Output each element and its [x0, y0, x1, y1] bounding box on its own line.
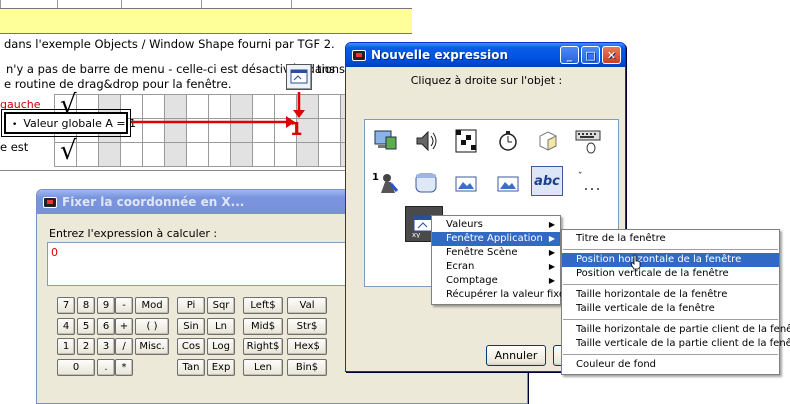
player-icon[interactable]: 1: [371, 168, 401, 198]
key-multiply[interactable]: *: [115, 359, 133, 376]
key-exp[interactable]: Exp: [207, 359, 235, 376]
key-val[interactable]: Val: [287, 297, 327, 314]
submenu-item-label: Position horizontale de la fenêtre: [576, 254, 742, 265]
picture-icon-1[interactable]: [451, 168, 481, 198]
key-len[interactable]: Len: [243, 359, 283, 376]
app-icon: [352, 49, 366, 61]
key-9[interactable]: 9: [97, 297, 115, 314]
text-abc-icon[interactable]: abc: [531, 166, 563, 196]
close-button[interactable]: ✕: [602, 46, 621, 64]
key-divide[interactable]: /: [115, 338, 133, 355]
submenu-arrow-icon: ▶: [548, 276, 555, 285]
key-dot[interactable]: .: [97, 359, 115, 376]
svg-text:ˇ: ˇ: [578, 171, 583, 182]
key-mod[interactable]: Mod: [135, 297, 169, 314]
key-ln[interactable]: Ln: [207, 318, 235, 335]
key-sqr[interactable]: Sqr: [207, 297, 235, 314]
submenu-item-position-verticale[interactable]: Position verticale de la fenêtre: [562, 267, 779, 281]
key-0[interactable]: 0: [57, 359, 95, 376]
menu-separator: [563, 354, 778, 355]
menu-item-fenetre-application[interactable]: Fenêtre Application ▶: [432, 232, 560, 246]
menu-item-comptage[interactable]: Comptage ▶: [432, 274, 560, 288]
submenu-item-taille-verticale-client[interactable]: Taille verticale de la partie client de …: [562, 337, 790, 351]
expr-titlebar: Nouvelle expression _ □ ✕: [346, 43, 625, 67]
key-5[interactable]: 5: [77, 318, 95, 335]
abc-label: abc: [534, 173, 560, 189]
cursor-dots-icon[interactable]: ˇ: [573, 168, 603, 198]
key-sin[interactable]: Sin: [177, 318, 205, 335]
key-right[interactable]: Right$: [243, 338, 283, 355]
menu-item-recuperer-valeur-fixe[interactable]: Récupérer la valeur fixe: [432, 288, 565, 302]
submenu-item-taille-horizontale[interactable]: Taille horizontale de la fenêtre: [562, 288, 779, 302]
submenu-item-titre[interactable]: Titre de la fenêtre: [562, 232, 779, 246]
key-parentheses[interactable]: ( ): [135, 318, 169, 335]
key-4[interactable]: 4: [57, 318, 75, 335]
expr-instruction: Cliquez à droite sur l'objet :: [410, 74, 563, 87]
arrow-number: 1: [290, 119, 303, 140]
key-8[interactable]: 8: [77, 297, 95, 314]
calc-prompt: Entrez l'expression à calculer :: [49, 227, 218, 240]
key-plus[interactable]: +: [115, 318, 133, 335]
key-3[interactable]: 3: [97, 338, 115, 355]
key-hex[interactable]: Hex$: [287, 338, 327, 355]
key-left[interactable]: Left$: [243, 297, 283, 314]
calc-title: Fixer la coordonnée en X...: [62, 195, 245, 209]
submenu-arrow-icon: ▶: [548, 220, 555, 229]
cancel-button[interactable]: Annuler: [486, 345, 546, 366]
submenu-item-taille-verticale[interactable]: Taille verticale de la fenêtre: [562, 302, 779, 316]
submenu-item-couleur-fond[interactable]: Couleur de fond: [562, 358, 779, 372]
key-misc[interactable]: Misc.: [135, 338, 169, 355]
menu-item-ecran[interactable]: Ecran ▶: [432, 260, 560, 274]
key-bin[interactable]: Bin$: [287, 359, 327, 376]
key-mid[interactable]: Mid$: [243, 318, 283, 335]
menu-separator: [563, 319, 778, 320]
title-buttons: _ □ ✕: [560, 46, 621, 64]
svg-text:xy: xy: [412, 231, 420, 238]
key-str[interactable]: Str$: [287, 318, 327, 335]
menu-item-label: Récupérer la valeur fixe: [446, 289, 566, 300]
key-minus[interactable]: -: [115, 297, 133, 314]
key-1[interactable]: 1: [57, 338, 75, 355]
menu-item-label: Comptage: [446, 275, 498, 286]
key-log[interactable]: Log: [207, 338, 235, 355]
key-7[interactable]: 7: [57, 297, 75, 314]
menu-item-fenetre-scene[interactable]: Fenêtre Scène ▶: [432, 246, 560, 260]
menu-separator: [563, 249, 778, 250]
expr-title: Nouvelle expression: [371, 48, 509, 62]
system-object-icon[interactable]: [371, 126, 401, 156]
submenu-arrow-icon: ▶: [548, 262, 555, 271]
timer-icon[interactable]: [493, 126, 523, 156]
submenu-item-taille-horizontale-client[interactable]: Taille horizontale de partie client de l…: [562, 323, 790, 337]
speaker-icon[interactable]: [411, 126, 441, 156]
context-menu: Valeurs ▶ Fenêtre Application ▶ Fenêtre Sc…: [431, 215, 565, 305]
maximize-button[interactable]: □: [581, 46, 600, 64]
menu-item-label: Valeurs: [446, 219, 483, 230]
keyboard-mouse-icon[interactable]: [573, 126, 603, 156]
app-icon: [43, 196, 57, 208]
menu-item-valeurs[interactable]: Valeurs ▶: [432, 218, 560, 232]
minimize-button[interactable]: _: [560, 46, 579, 64]
svg-text:1: 1: [372, 172, 379, 183]
fenetre-application-submenu: Titre de la fenêtre Position horizontale…: [561, 229, 790, 375]
menu-item-label: Fenêtre Scène: [446, 247, 518, 258]
key-cos[interactable]: Cos: [177, 338, 205, 355]
movie-clip-icon[interactable]: [451, 126, 481, 156]
submenu-arrow-icon: ▶: [548, 248, 555, 257]
submenu-arrow-icon: ▶: [548, 234, 555, 243]
blank-object-icon[interactable]: [533, 126, 563, 156]
key-6[interactable]: 6: [97, 318, 115, 335]
menu-separator: [563, 284, 778, 285]
expression-value: 0: [51, 246, 58, 259]
menu-item-label: Ecran: [446, 261, 475, 272]
key-pi[interactable]: Pi: [177, 297, 205, 314]
frame-object-icon[interactable]: [411, 168, 441, 198]
key-2[interactable]: 2: [77, 338, 95, 355]
key-tan[interactable]: Tan: [177, 359, 205, 376]
picture-icon-2[interactable]: [493, 168, 523, 198]
submenu-item-position-horizontale[interactable]: Position horizontale de la fenêtre: [562, 253, 779, 270]
menu-item-label: Fenêtre Application: [446, 233, 543, 244]
